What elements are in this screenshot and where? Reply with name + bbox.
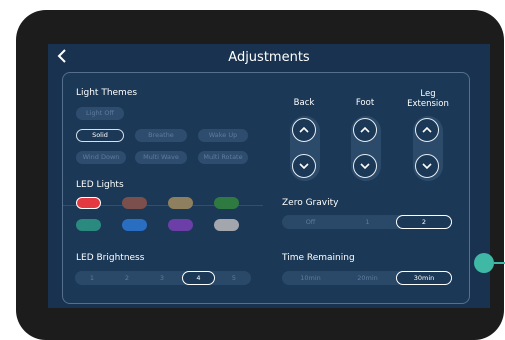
brightness-option[interactable]: 1 [75,271,109,285]
time-remaining-selector: 10min 20min 30min [282,271,452,285]
foot-rocker [351,116,381,181]
chevron-up-icon [422,126,432,133]
light-themes-label: Light Themes [76,88,138,98]
page-title: Adjustments [228,50,310,65]
led-color-swatch[interactable] [168,197,193,209]
theme-wake-up[interactable]: Wake Up [198,129,248,142]
back-up-button[interactable] [292,118,316,142]
callout-dot [474,253,494,273]
brightness-option[interactable]: 5 [217,271,251,285]
zero-gravity-selector: Off 1 2 [282,215,452,229]
chevron-up-icon [360,126,370,133]
zero-gravity-label: Zero Gravity [282,198,339,208]
time-option[interactable]: 10min [282,271,339,285]
time-option-selected[interactable]: 30min [396,271,452,285]
theme-wind-down[interactable]: Wind Down [76,151,126,164]
foot-control-label: Foot [355,98,375,108]
adjustments-panel: Light Themes Light Off Solid Breathe Wak… [62,72,470,304]
back-control-label: Back [293,98,315,108]
leg-extension-up-button[interactable] [415,118,439,142]
led-color-swatch[interactable] [214,219,239,231]
foot-down-button[interactable] [353,154,377,178]
chevron-up-icon [299,126,309,133]
led-color-swatch[interactable] [214,197,239,209]
time-option[interactable]: 20min [339,271,396,285]
chevron-down-icon [360,163,370,170]
theme-light-off[interactable]: Light Off [76,107,124,120]
brightness-option[interactable]: 2 [110,271,144,285]
led-color-swatch[interactable] [168,219,193,231]
leg-extension-rocker [413,116,443,181]
title-bar: Adjustments [48,44,490,72]
back-down-button[interactable] [292,154,316,178]
foot-up-button[interactable] [353,118,377,142]
zero-gravity-option-selected[interactable]: 2 [396,215,452,229]
led-color-swatch[interactable] [76,197,101,209]
time-remaining-label: Time Remaining [282,253,355,263]
theme-multi-wave[interactable]: Multi Wave [135,151,187,164]
led-color-swatch[interactable] [122,197,147,209]
back-rocker [290,116,320,181]
callout-line [494,262,505,264]
chevron-down-icon [422,163,432,170]
screen: Adjustments Light Themes Light Off Solid… [48,44,490,308]
chevron-down-icon [299,163,309,170]
zero-gravity-option[interactable]: Off [282,215,339,229]
theme-breathe[interactable]: Breathe [135,129,187,142]
led-brightness-selector: 1 2 3 4 5 [75,271,251,285]
theme-multi-rotate[interactable]: Multi Rotate [198,151,248,164]
zero-gravity-option[interactable]: 1 [339,215,396,229]
leg-extension-label-line1: Leg [420,89,436,99]
led-color-swatch[interactable] [76,219,101,231]
leg-extension-down-button[interactable] [415,154,439,178]
brightness-option-selected[interactable]: 4 [182,271,215,285]
theme-solid[interactable]: Solid [76,129,124,142]
led-lights-label: LED Lights [76,180,124,190]
brightness-option[interactable]: 3 [145,271,179,285]
leg-extension-label-line2: Extension [407,99,449,109]
led-color-swatch[interactable] [122,219,147,231]
led-brightness-label: LED Brightness [76,253,145,263]
